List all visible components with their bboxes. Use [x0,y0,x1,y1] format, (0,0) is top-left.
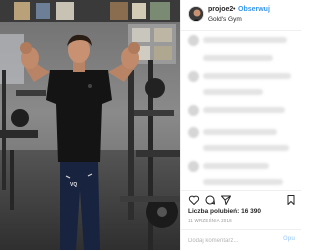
post-photo[interactable]: VQ [0,0,180,250]
post-sidebar: projoe2 • Obserwuj Gold's Gym Liczba pol… [180,0,301,251]
comment-avatar [188,35,199,46]
post-date: 11 WRZEŚNIA 2018 [188,218,232,223]
comment-text [203,163,269,169]
location-link[interactable]: Gold's Gym [208,16,242,23]
comment-avatar [188,105,199,116]
comment-icon[interactable] [204,194,216,206]
avatar[interactable] [188,6,204,22]
share-icon[interactable] [220,194,232,206]
comment-text [203,37,287,43]
post-header: projoe2 • Obserwuj Gold's Gym [181,0,301,31]
comment-bar: Opu [181,229,301,251]
comment-text [203,73,291,79]
separator-dot: • [233,6,236,13]
comment-text [203,89,263,95]
publish-button[interactable]: Opu [283,236,295,242]
comment-text [203,179,283,185]
comment-avatar [188,161,199,172]
bookmark-icon[interactable] [285,194,297,206]
avatar-image [189,7,203,21]
comment-text [203,107,285,113]
follow-button[interactable]: Obserwuj [238,6,270,13]
gym-photo: VQ [0,0,180,250]
comment-text [203,129,277,135]
username-link[interactable]: projoe2 [208,6,233,13]
instagram-post-embed: VQ projoe2 • Obserwuj Gold's Gym Liczba … [0,0,301,251]
comment-text [203,145,289,151]
comment-input[interactable] [188,236,268,246]
comment-text [203,55,273,61]
comments-list [181,31,301,189]
likes-count[interactable]: Liczba polubień: 16 390 [188,208,261,215]
comment-avatar [188,127,199,138]
comment-avatar [188,71,199,82]
action-bar [181,190,301,207]
heart-icon[interactable] [188,194,200,206]
svg-text:VQ: VQ [70,182,77,188]
